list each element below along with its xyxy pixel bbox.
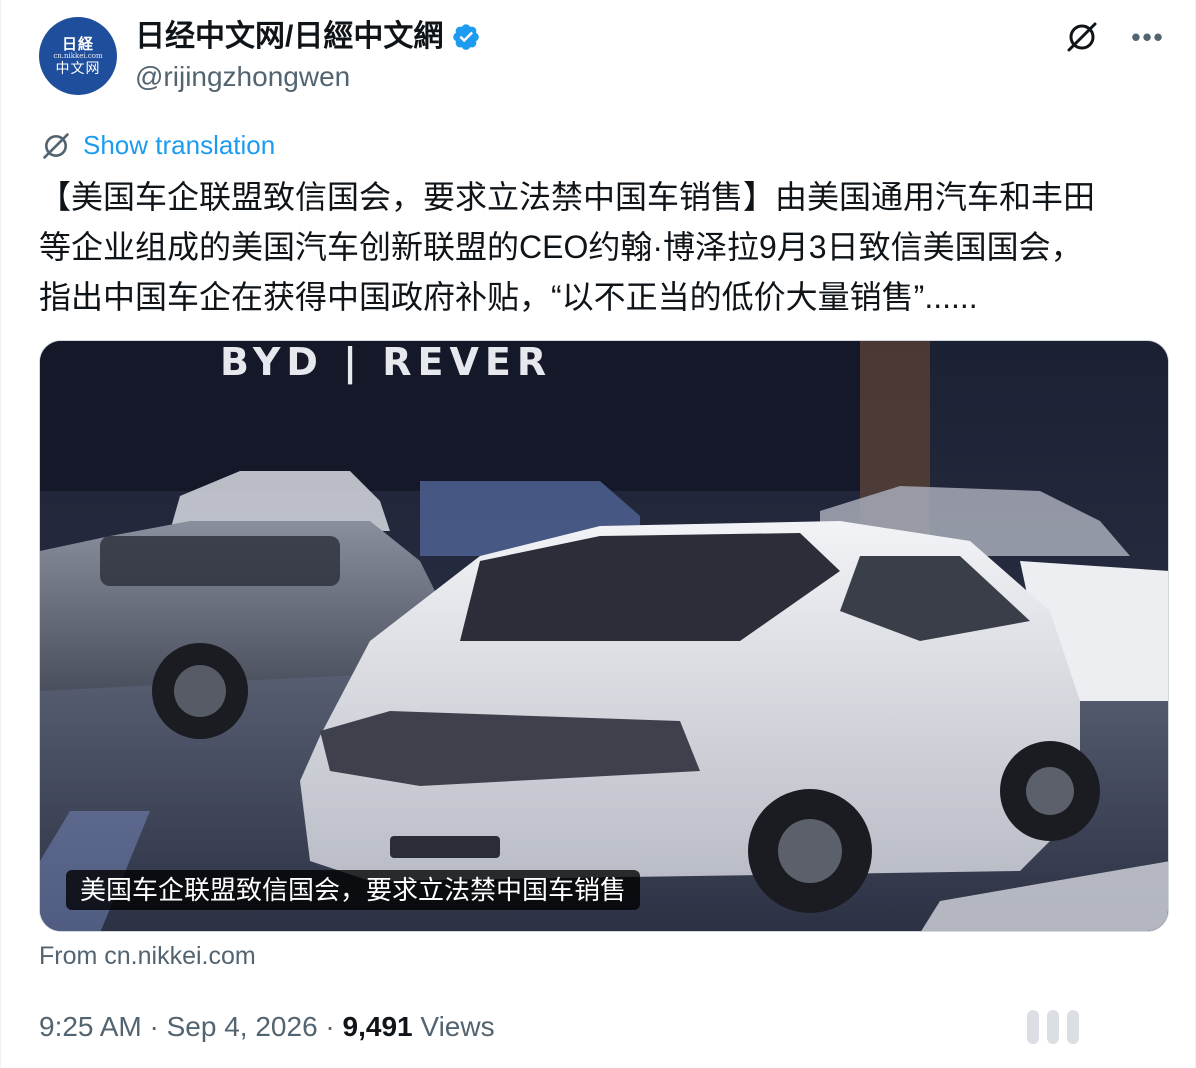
avatar[interactable]: 日経 cn.nikkei.com 中文网 [39, 17, 117, 95]
tweet-container: 日経 cn.nikkei.com 中文网 日经中文网/日經中文網 @rijing… [0, 0, 1196, 1068]
tweet-actions-top: ••• [1063, 18, 1167, 56]
tweet-text: 【美国车企联盟致信国会，要求立法禁中国车销售】由美国通用汽车和丰田 等企业组成的… [39, 172, 1169, 322]
tweet-meta: 9:25 AM · Sep 4, 2026 · 9,491 Views [39, 1008, 495, 1046]
meta-separator: · [317, 1011, 343, 1042]
tweet-text-line: 指出中国车企在获得中国政府补贴，“以不正当的低价大量销售”...... [39, 279, 978, 315]
tweet-time[interactable]: 9:25 AM [39, 1011, 142, 1042]
watermark-logo [1027, 1010, 1079, 1044]
media-caption: 美国车企联盟致信国会，要求立法禁中国车销售 [66, 870, 641, 910]
car-show-photo: BYD | REVER [40, 341, 1168, 931]
avatar-text-logo: 日経 [61, 34, 94, 53]
avatar-text-name: 中文网 [55, 60, 101, 77]
avatar-text-domain: cn.nikkei.com [53, 51, 103, 60]
author-handle[interactable]: @rijingzhongwen [135, 60, 350, 94]
views-label: Views [412, 1011, 495, 1042]
translate-icon [43, 132, 69, 159]
more-icon[interactable]: ••• [1129, 18, 1167, 56]
author-name-row: 日经中文网/日經中文網 [135, 18, 481, 56]
tweet-text-line: 等企业组成的美国汽车创新联盟的CEO约翰·博泽拉9月3日致信美国国会， [39, 229, 1083, 265]
verified-badge-icon [453, 24, 480, 50]
meta-separator: · [141, 1011, 167, 1042]
booth-signage: BYD | REVER [220, 341, 552, 385]
show-translation-label: Show translation [83, 130, 276, 160]
show-translation-button[interactable]: Show translation [41, 130, 275, 161]
link-card-image[interactable]: BYD | REVER 美国车企联盟致信国会，要求立法禁中国车销售 [39, 340, 1169, 932]
card-source-link[interactable]: From cn.nikkei.com [39, 942, 256, 971]
grok-icon[interactable] [1063, 18, 1101, 56]
author-display-name[interactable]: 日经中文网/日經中文網 [135, 18, 443, 56]
tweet-text-line: 【美国车企联盟致信国会，要求立法禁中国车销售】由美国通用汽车和丰田 [39, 179, 1096, 215]
views-count: 9,491 [342, 1011, 413, 1042]
tweet-date[interactable]: Sep 4, 2026 [167, 1011, 318, 1042]
